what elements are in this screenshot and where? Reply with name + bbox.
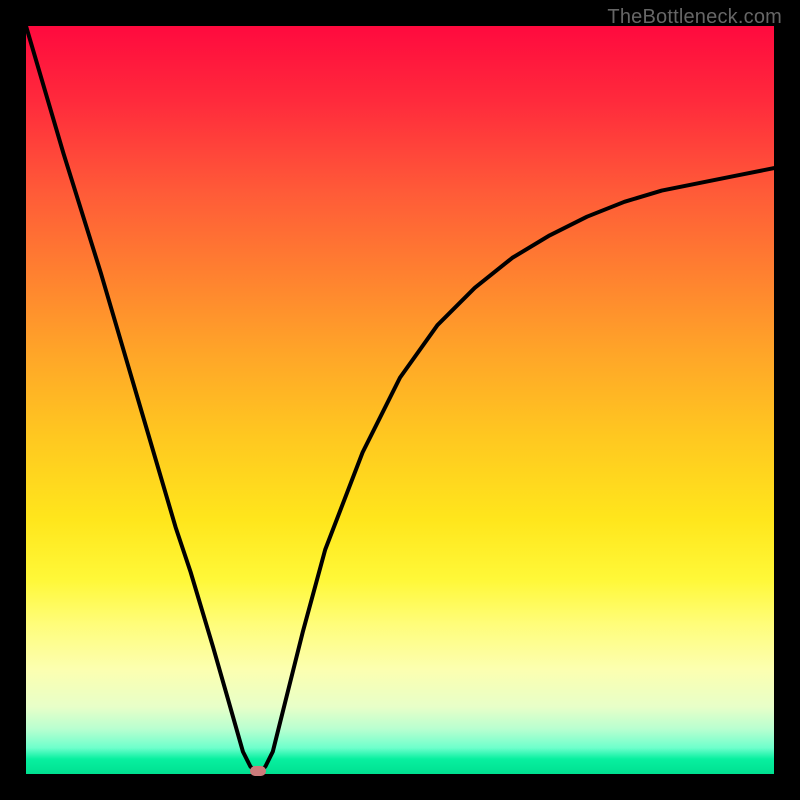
bottleneck-curve-path bbox=[26, 26, 774, 774]
optimum-marker bbox=[250, 766, 266, 776]
bottleneck-curve-svg bbox=[26, 26, 774, 774]
